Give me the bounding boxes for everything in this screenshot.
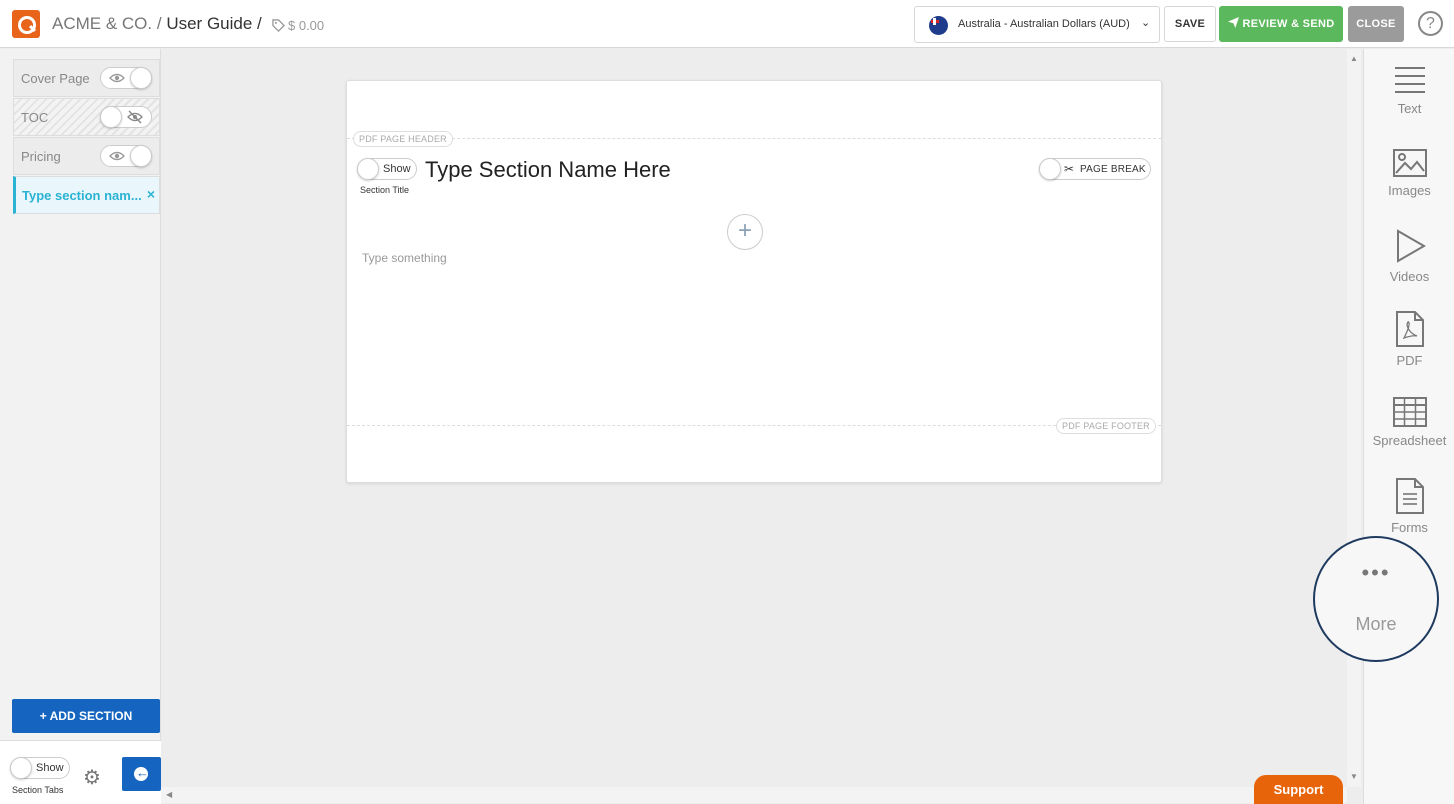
page-break-toggle[interactable]: ✂ PAGE BREAK xyxy=(1039,158,1151,180)
add-section-button[interactable]: + ADD SECTION xyxy=(12,699,160,733)
breadcrumb-separator: / xyxy=(156,14,162,33)
toggle-knob xyxy=(10,757,32,779)
section-title-label: Section Title xyxy=(360,185,410,195)
send-icon xyxy=(1227,17,1239,28)
section-tabs-toggle[interactable]: Show xyxy=(10,757,70,779)
visibility-toggle[interactable] xyxy=(100,67,152,89)
vertical-scrollbar[interactable]: ▲ ▼ xyxy=(1347,49,1361,787)
toggle-knob xyxy=(130,67,152,89)
gears-icon[interactable]: ⚙ xyxy=(83,765,101,790)
tool-label: Forms xyxy=(1391,520,1428,535)
video-icon xyxy=(1396,229,1426,263)
support-button[interactable]: Support xyxy=(1254,775,1343,804)
scroll-down-icon[interactable]: ▼ xyxy=(1350,772,1358,781)
more-label: More xyxy=(1355,614,1397,634)
document-page: PDF PAGE HEADER Show Section Title Type … xyxy=(346,80,1162,483)
more-tools-button[interactable]: ••• More xyxy=(1313,536,1439,662)
scroll-left-icon[interactable]: ◀ xyxy=(166,790,172,799)
tool-label: Spreadsheet xyxy=(1372,433,1447,448)
currency-select[interactable]: Australia - Australian Dollars (AUD) ⌄ xyxy=(914,6,1160,43)
sidebar-item-label: Pricing xyxy=(21,149,61,164)
toggle-knob xyxy=(1039,158,1061,180)
sidebar-item-pricing[interactable]: Pricing xyxy=(13,137,160,175)
section-title-toggle[interactable]: Show xyxy=(357,158,417,180)
tool-label: Videos xyxy=(1389,269,1430,284)
sidebar-item-cover-page[interactable]: Cover Page xyxy=(13,59,160,97)
toggle-label: Show xyxy=(36,762,64,774)
tool-text[interactable]: Text xyxy=(1364,65,1454,116)
image-icon xyxy=(1392,149,1427,177)
page-break-label: PAGE BREAK xyxy=(1080,164,1146,175)
tool-label: PDF xyxy=(1396,353,1423,368)
close-button[interactable]: CLOSE xyxy=(1348,6,1404,42)
pdf-icon xyxy=(1395,311,1424,347)
tool-spreadsheet[interactable]: Spreadsheet xyxy=(1364,397,1454,448)
breadcrumb-company[interactable]: ACME & CO. xyxy=(52,14,152,33)
toggle-knob xyxy=(357,158,379,180)
ellipsis-icon: ••• xyxy=(1361,560,1391,585)
sidebar-footer: Show Section Tabs ⚙ ← xyxy=(0,740,161,804)
sidebar-item-toc[interactable]: TOC xyxy=(13,98,160,136)
price-value: $ 0.00 xyxy=(288,18,325,33)
breadcrumb: ACME & CO. / User Guide / xyxy=(52,14,262,34)
review-and-send-label: REVIEW & SEND xyxy=(1242,18,1335,30)
section-sidebar: Cover Page TOC Pricing Type section nam.… xyxy=(0,49,161,804)
eye-icon xyxy=(109,151,125,161)
pdf-page-header-label[interactable]: PDF PAGE HEADER xyxy=(353,131,453,147)
section-name-input[interactable]: Type Section Name Here xyxy=(425,157,671,183)
tool-images[interactable]: Images xyxy=(1364,149,1454,198)
australia-flag-icon xyxy=(929,16,948,35)
tool-forms[interactable]: Forms xyxy=(1364,478,1454,535)
currency-select-value: Australia - Australian Dollars (AUD) xyxy=(958,18,1130,30)
footer-divider xyxy=(347,425,1161,426)
content-tools-panel: Text Images Videos PDF Spreadsheet Forms xyxy=(1363,49,1454,804)
add-section-label: ADD SECTION xyxy=(49,709,133,723)
section-tabs-label: Section Tabs xyxy=(12,785,64,795)
tool-pdf[interactable]: PDF xyxy=(1364,311,1454,368)
sidebar-item-new-section[interactable]: Type section nam... × xyxy=(13,176,160,214)
review-and-send-button[interactable]: REVIEW & SEND xyxy=(1219,6,1343,42)
top-bar: ACME & CO. / User Guide / $ 0.00 Austral… xyxy=(0,0,1454,48)
spreadsheet-icon xyxy=(1392,397,1427,427)
add-content-button[interactable]: + xyxy=(727,214,763,250)
forms-icon xyxy=(1395,478,1424,514)
chevron-down-icon: ⌄ xyxy=(1141,17,1151,29)
price-tag-icon xyxy=(272,19,285,32)
sidebar-item-label: TOC xyxy=(21,110,49,125)
toggle-knob xyxy=(100,106,122,128)
tool-label: Images xyxy=(1388,183,1431,198)
sidebar-item-label: Cover Page xyxy=(21,71,90,86)
scissors-icon: ✂ xyxy=(1064,162,1075,176)
visibility-toggle[interactable] xyxy=(100,106,152,128)
sidebar-item-label: Type section nam... xyxy=(22,188,142,203)
save-button[interactable]: SAVE xyxy=(1164,6,1216,42)
plus-icon: + xyxy=(39,709,47,723)
scroll-up-icon[interactable]: ▲ xyxy=(1350,54,1358,63)
horizontal-scrollbar[interactable]: ◀ xyxy=(161,787,1347,803)
visibility-toggle[interactable] xyxy=(100,145,152,167)
eye-icon xyxy=(109,73,125,83)
eye-slash-icon xyxy=(127,110,143,124)
pdf-page-footer-label[interactable]: PDF PAGE FOOTER xyxy=(1056,418,1156,434)
arrow-left-icon: ← xyxy=(136,765,149,780)
header-divider xyxy=(347,138,1161,139)
document-price: $ 0.00 xyxy=(272,18,324,33)
help-icon[interactable]: ? xyxy=(1418,11,1443,36)
close-icon[interactable]: × xyxy=(147,186,155,202)
app-logo[interactable] xyxy=(12,10,40,38)
collapse-sidebar-button[interactable]: ← xyxy=(122,757,161,791)
section-body-editor[interactable]: Type something xyxy=(362,251,447,265)
text-icon xyxy=(1394,67,1425,93)
tool-videos[interactable]: Videos xyxy=(1364,229,1454,284)
document-title[interactable]: User Guide / xyxy=(166,14,261,33)
toggle-label: Show xyxy=(383,163,411,175)
tool-label: Text xyxy=(1397,101,1422,116)
toggle-knob xyxy=(130,145,152,167)
